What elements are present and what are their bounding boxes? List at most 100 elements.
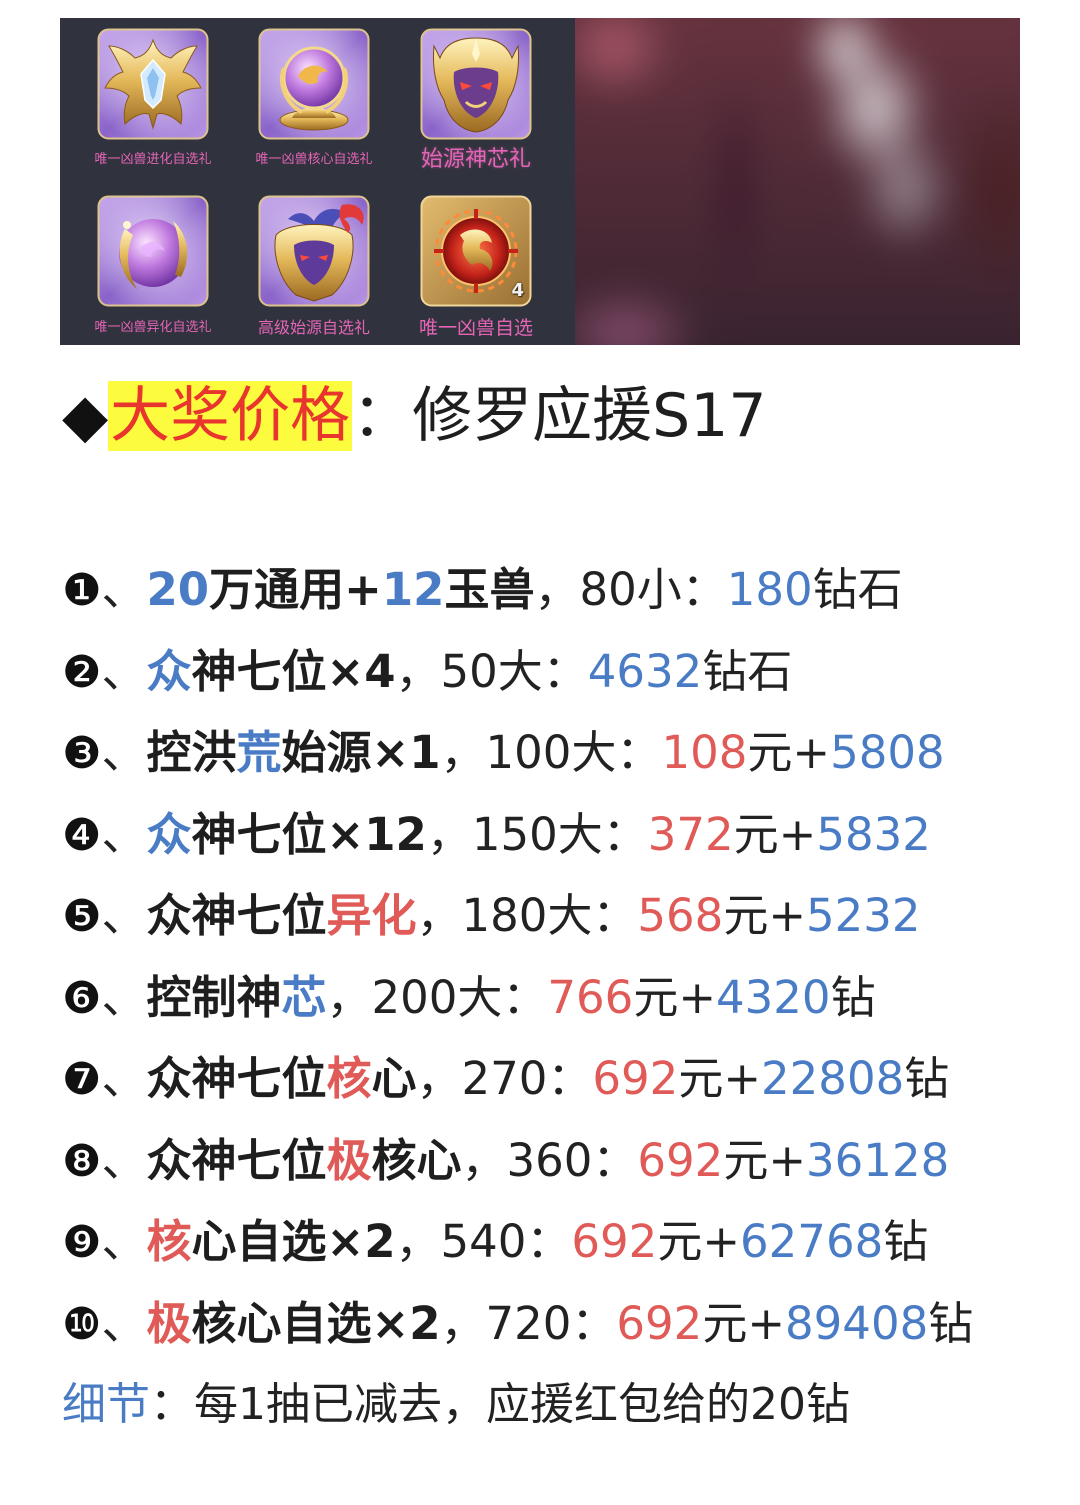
prize-cost: 180钻石	[727, 563, 903, 616]
prize-separator: 、	[101, 1215, 147, 1268]
prize-name-part: 核	[146, 1215, 192, 1268]
prize-number-badge: ❷	[62, 646, 102, 698]
prize-cost-part: 62768	[740, 1215, 884, 1268]
prize-cost: 4632钻石	[588, 645, 793, 698]
reward-item-tile	[97, 195, 209, 307]
detail-note: 细节：每1抽已减去，应援红包给的20钻	[62, 1364, 850, 1446]
prize-cost: 372元+5832	[648, 808, 931, 861]
prize-name-part: 核心	[371, 1133, 462, 1187]
reward-item-label: 高级始源自选礼	[257, 318, 370, 337]
prize-separator: 、	[101, 726, 147, 779]
prize-cost: 108元+5808	[661, 726, 944, 779]
prize-draw-count: ，50大：	[395, 644, 588, 698]
prize-name: 控洪荒始源×1	[146, 726, 440, 779]
winged-crest-icon	[97, 28, 209, 140]
prize-cost-part: 元+	[678, 1052, 762, 1105]
prize-cost: 692元+22808钻	[592, 1052, 949, 1105]
prize-name-part: 众神七位	[146, 889, 327, 942]
prize-name-part: 心	[371, 1052, 417, 1105]
prize-cost-part: 钻	[928, 1296, 974, 1350]
title-text: ：修罗应援S17	[352, 381, 767, 451]
prize-name-part: 异化	[326, 889, 417, 942]
prize-name: 众神七位×4	[146, 645, 395, 698]
prize-cost: 692元+62768钻	[571, 1215, 928, 1268]
prize-name-part: 众	[146, 807, 192, 861]
prize-item: ❶、20万通用+12玉兽，80小：180钻石	[62, 549, 1062, 631]
prize-cost: 692元+36128	[637, 1134, 949, 1187]
prize-number-badge: ❾	[62, 1217, 102, 1268]
prize-name-part: 核心自选×2	[191, 1296, 441, 1350]
prize-cost-part: 元+	[702, 1296, 786, 1350]
prize-separator: 、	[101, 563, 147, 616]
prize-cost-part: 元+	[723, 1133, 807, 1187]
prize-name-part: 心自选×2	[191, 1215, 396, 1268]
prize-separator: 、	[101, 970, 147, 1024]
prize-cost: 568元+5232	[637, 889, 920, 942]
prize-cost-part: 钻石	[702, 644, 793, 698]
prize-name-part: 始源×1	[281, 726, 441, 779]
prize-name: 极核心自选×2	[146, 1297, 440, 1350]
prize-cost-part: 元+	[633, 970, 717, 1024]
prize-name-part: 万通用+	[209, 563, 382, 616]
prize-name: 20万通用+12玉兽	[146, 563, 534, 616]
prize-name-part: 20	[146, 563, 210, 616]
prize-cost-part: 元+	[723, 889, 807, 942]
prize-name-part: 核	[326, 1052, 372, 1105]
prize-item: ❹、众神七位×12，150大：372元+5832	[62, 794, 1062, 876]
prize-cost-part: 元+	[733, 807, 817, 861]
prize-name-part: 极	[326, 1133, 372, 1187]
reward-item-tile	[97, 28, 209, 140]
reward-item-label: 唯一凶兽自选	[418, 317, 533, 339]
prize-item: ❷、众神七位×4，50大：4632钻石	[62, 631, 1062, 713]
golden-orb-icon	[258, 28, 370, 140]
prize-cost-part: 180	[726, 563, 813, 616]
prize-cost-part: 22808	[761, 1052, 905, 1105]
prize-name: 控制神芯	[146, 971, 326, 1024]
prize-name: 核心自选×2	[146, 1215, 395, 1268]
prize-name-part: 众神七位	[146, 1133, 327, 1187]
prize-item: ❸、控洪荒始源×1，100大：108元+5808	[62, 712, 1062, 794]
prize-cost-part: 36128	[806, 1133, 950, 1187]
prize-name: 众神七位异化	[146, 889, 416, 942]
prize-separator: 、	[101, 644, 147, 698]
prize-item: ❺、众神七位异化，180大：568元+5232	[62, 875, 1062, 957]
prize-showcase-image: 唯一凶兽进化自选礼 唯一凶兽核心自选礼 始源神芯礼 唯一凶兽异化自选礼 高级始源…	[60, 18, 1020, 345]
prize-separator: 、	[101, 1052, 147, 1105]
blurred-photo	[575, 18, 1020, 345]
prize-cost-part: 5232	[806, 889, 921, 942]
prize-cost-part: 钻	[830, 970, 876, 1024]
prize-number-badge: ❼	[62, 1054, 102, 1105]
prize-list: ❶、20万通用+12玉兽，80小：180钻石 ❷、众神七位×4，50大：4632钻…	[62, 549, 1062, 1364]
prize-cost-part: 钻石	[812, 563, 903, 616]
prize-cost-part: 元+	[747, 726, 831, 779]
prize-name-part: 荒	[236, 726, 282, 779]
dragon-helmet-icon	[258, 195, 370, 307]
prize-cost-part: 4320	[716, 970, 831, 1024]
prize-cost-part: 5832	[816, 807, 931, 861]
reward-item-label: 唯一凶兽异化自选礼	[94, 320, 212, 335]
prize-draw-count: ，720：	[440, 1296, 617, 1350]
prize-name-part: 玉兽	[444, 563, 535, 616]
reward-item-grid: 唯一凶兽进化自选礼 唯一凶兽核心自选礼 始源神芯礼 唯一凶兽异化自选礼 高级始源…	[60, 18, 575, 345]
prize-name-part: 芯	[281, 970, 327, 1024]
prize-draw-count: ，200大：	[326, 970, 548, 1024]
detail-label: 细节	[62, 1379, 150, 1430]
prize-cost-part: 89408	[785, 1296, 929, 1350]
prize-item: ❾、核心自选×2，540：692元+62768钻	[62, 1201, 1062, 1283]
prize-separator: 、	[101, 1296, 147, 1350]
reward-item-tile	[258, 195, 370, 307]
prize-draw-count: ，180大：	[416, 889, 638, 942]
prize-cost-part: 钻	[883, 1215, 929, 1268]
prize-number-badge: ❸	[62, 728, 102, 779]
prize-number-badge: ❹	[62, 809, 102, 861]
prize-number-badge: ❺	[62, 891, 102, 942]
prize-cost-part: 5808	[830, 726, 945, 779]
prize-name-part: 神七位×12	[191, 807, 427, 861]
prize-name-part: 控洪	[146, 726, 237, 779]
prize-cost-part: 766	[547, 970, 634, 1024]
prize-item: ❿、极核心自选×2，720：692元+89408钻	[62, 1283, 1062, 1365]
prize-cost-part: 4632	[587, 644, 703, 698]
reward-item-tile	[420, 28, 532, 140]
prize-name: 众神七位极核心	[146, 1134, 461, 1187]
reward-item-label: 始源神芯礼	[420, 147, 531, 172]
